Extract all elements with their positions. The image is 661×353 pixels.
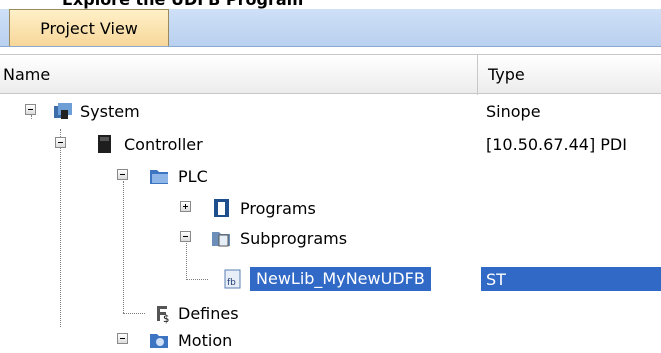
collapse-controller-button[interactable] [55, 137, 66, 148]
tree-item-subprograms[interactable]: Subprograms [0, 225, 661, 251]
column-header-name[interactable]: Name [3, 65, 50, 84]
tree-item-motion[interactable]: Motion [0, 327, 661, 353]
tree-item-label: Programs [240, 199, 316, 218]
tree-item-defines[interactable]: $ Defines [0, 300, 661, 326]
selection-highlight [481, 267, 661, 291]
column-divider[interactable] [477, 55, 478, 95]
tree-item-label: Controller [124, 135, 203, 154]
plc-folder-icon [150, 170, 168, 184]
tree-item-system[interactable]: System Sinope [0, 98, 661, 124]
tree-item-newlib-mynewudfb[interactable]: fb NewLib_MyNewUDFB ST [0, 266, 661, 292]
tab-project-view[interactable]: Project View [9, 9, 169, 46]
defines-icon: $ [157, 306, 169, 324]
tree-item-controller[interactable]: Controller [10.50.67.44] PDI [0, 131, 661, 157]
tree-item-type: Sinope [486, 102, 541, 121]
programs-icon [214, 199, 229, 217]
collapse-plc-button[interactable] [117, 169, 128, 180]
expand-programs-button[interactable] [180, 201, 191, 212]
tree-item-type: [10.50.67.44] PDI [486, 135, 627, 154]
collapse-system-button[interactable] [25, 104, 36, 115]
system-icon [54, 103, 72, 119]
project-tree: System Sinope Controller [10.50.67.44] P… [0, 95, 661, 350]
column-header-row: Name Type [0, 54, 661, 95]
udfb-icon: fb [224, 269, 241, 289]
svg-text:$: $ [163, 314, 169, 324]
svg-text:fb: fb [227, 278, 236, 288]
motion-icon [150, 334, 168, 348]
collapse-subprograms-button[interactable] [180, 231, 191, 242]
tree-item-label: PLC [178, 167, 208, 186]
controller-icon [98, 135, 111, 153]
subprograms-icon [212, 232, 230, 247]
tree-item-label: Subprograms [240, 229, 348, 248]
tree-item-type: ST [486, 270, 506, 289]
tree-item-programs[interactable]: Programs [0, 195, 661, 221]
tree-item-label: Defines [178, 304, 239, 323]
tree-item-label: Motion [178, 331, 233, 350]
tree-item-label: NewLib_MyNewUDFB [250, 267, 431, 291]
tree-item-label: System [80, 102, 140, 121]
tree-item-plc[interactable]: PLC [0, 163, 661, 189]
collapse-motion-button[interactable] [117, 333, 128, 344]
caption-text: Explore the UDFB Program [62, 0, 303, 9]
column-header-type[interactable]: Type [488, 65, 525, 84]
top-cut-caption: Explore the UDFB Program [0, 0, 661, 9]
